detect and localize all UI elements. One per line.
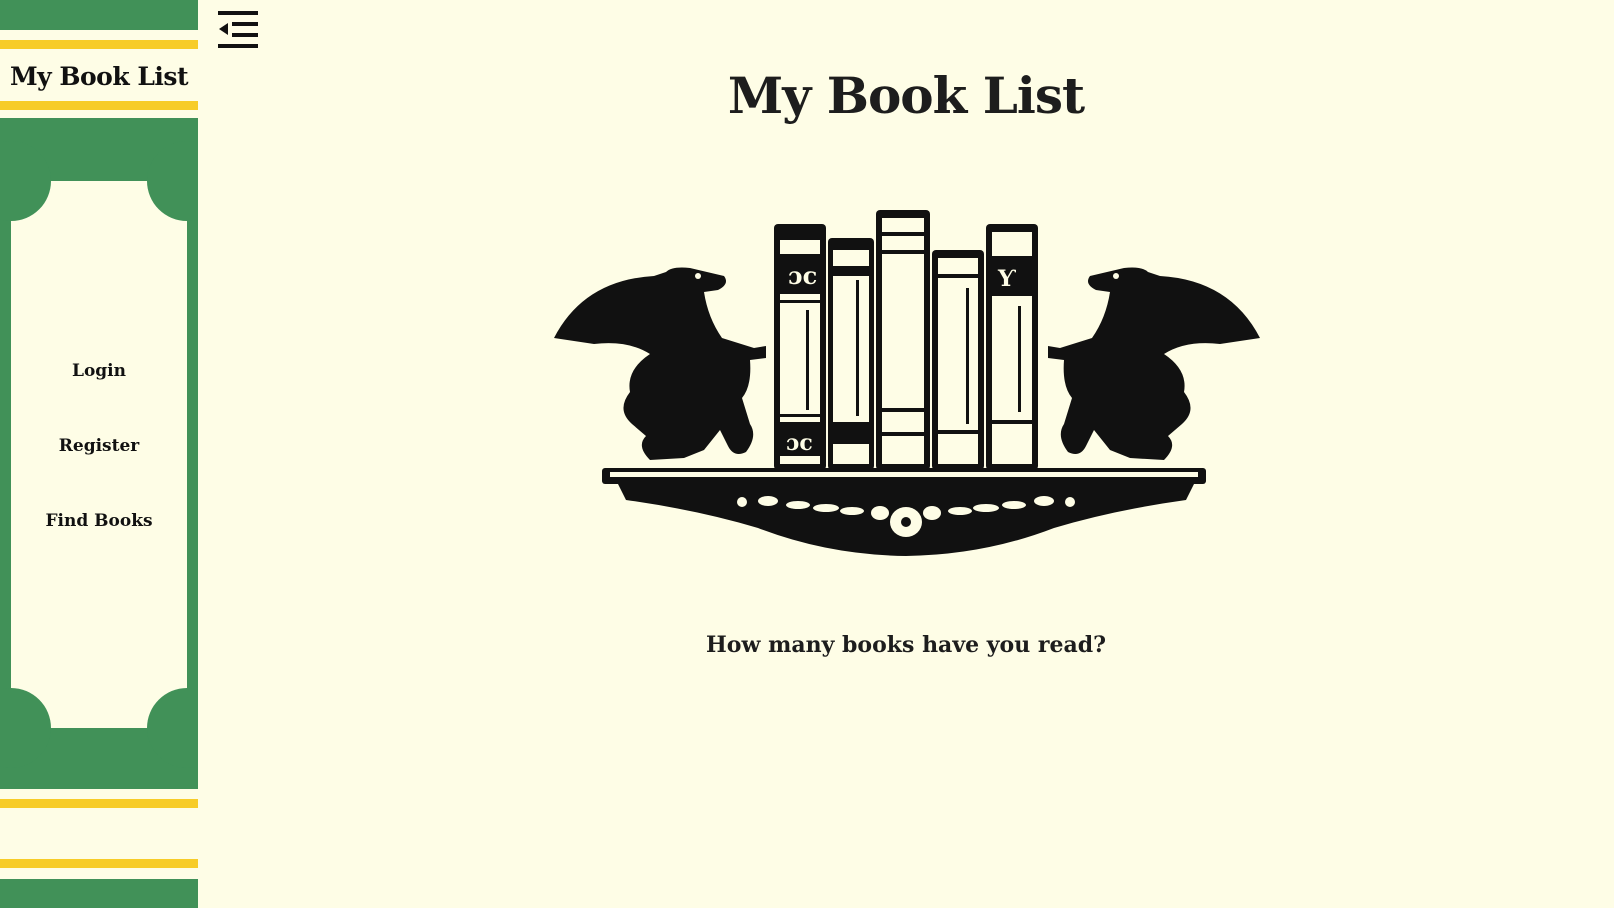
spine-stripe — [0, 859, 198, 868]
svg-text:ɔc: ɔc — [786, 430, 813, 456]
spine-stripe — [0, 40, 198, 49]
svg-text:Ƴ: Ƴ — [997, 266, 1016, 292]
reading-question: How many books have you read? — [706, 632, 1106, 658]
sidebar: My Book List Login Register Find Books — [0, 0, 198, 908]
svg-text:ɔc: ɔc — [788, 261, 817, 290]
spine-stripe — [0, 799, 198, 808]
sidebar-brand[interactable]: My Book List — [0, 54, 198, 100]
page-title: My Book List — [727, 66, 1085, 125]
nav-register-link[interactable]: Register — [11, 436, 187, 456]
sidebar-nav-panel: Login Register Find Books — [0, 141, 198, 768]
menu-collapse-icon[interactable] — [218, 9, 262, 49]
hero-illustration: ɔc ɔc Ƴ — [554, 210, 1260, 562]
nav-find-books-link[interactable]: Find Books — [11, 511, 187, 531]
nav-login-link[interactable]: Login — [11, 361, 187, 381]
spine-stripe — [0, 101, 198, 110]
